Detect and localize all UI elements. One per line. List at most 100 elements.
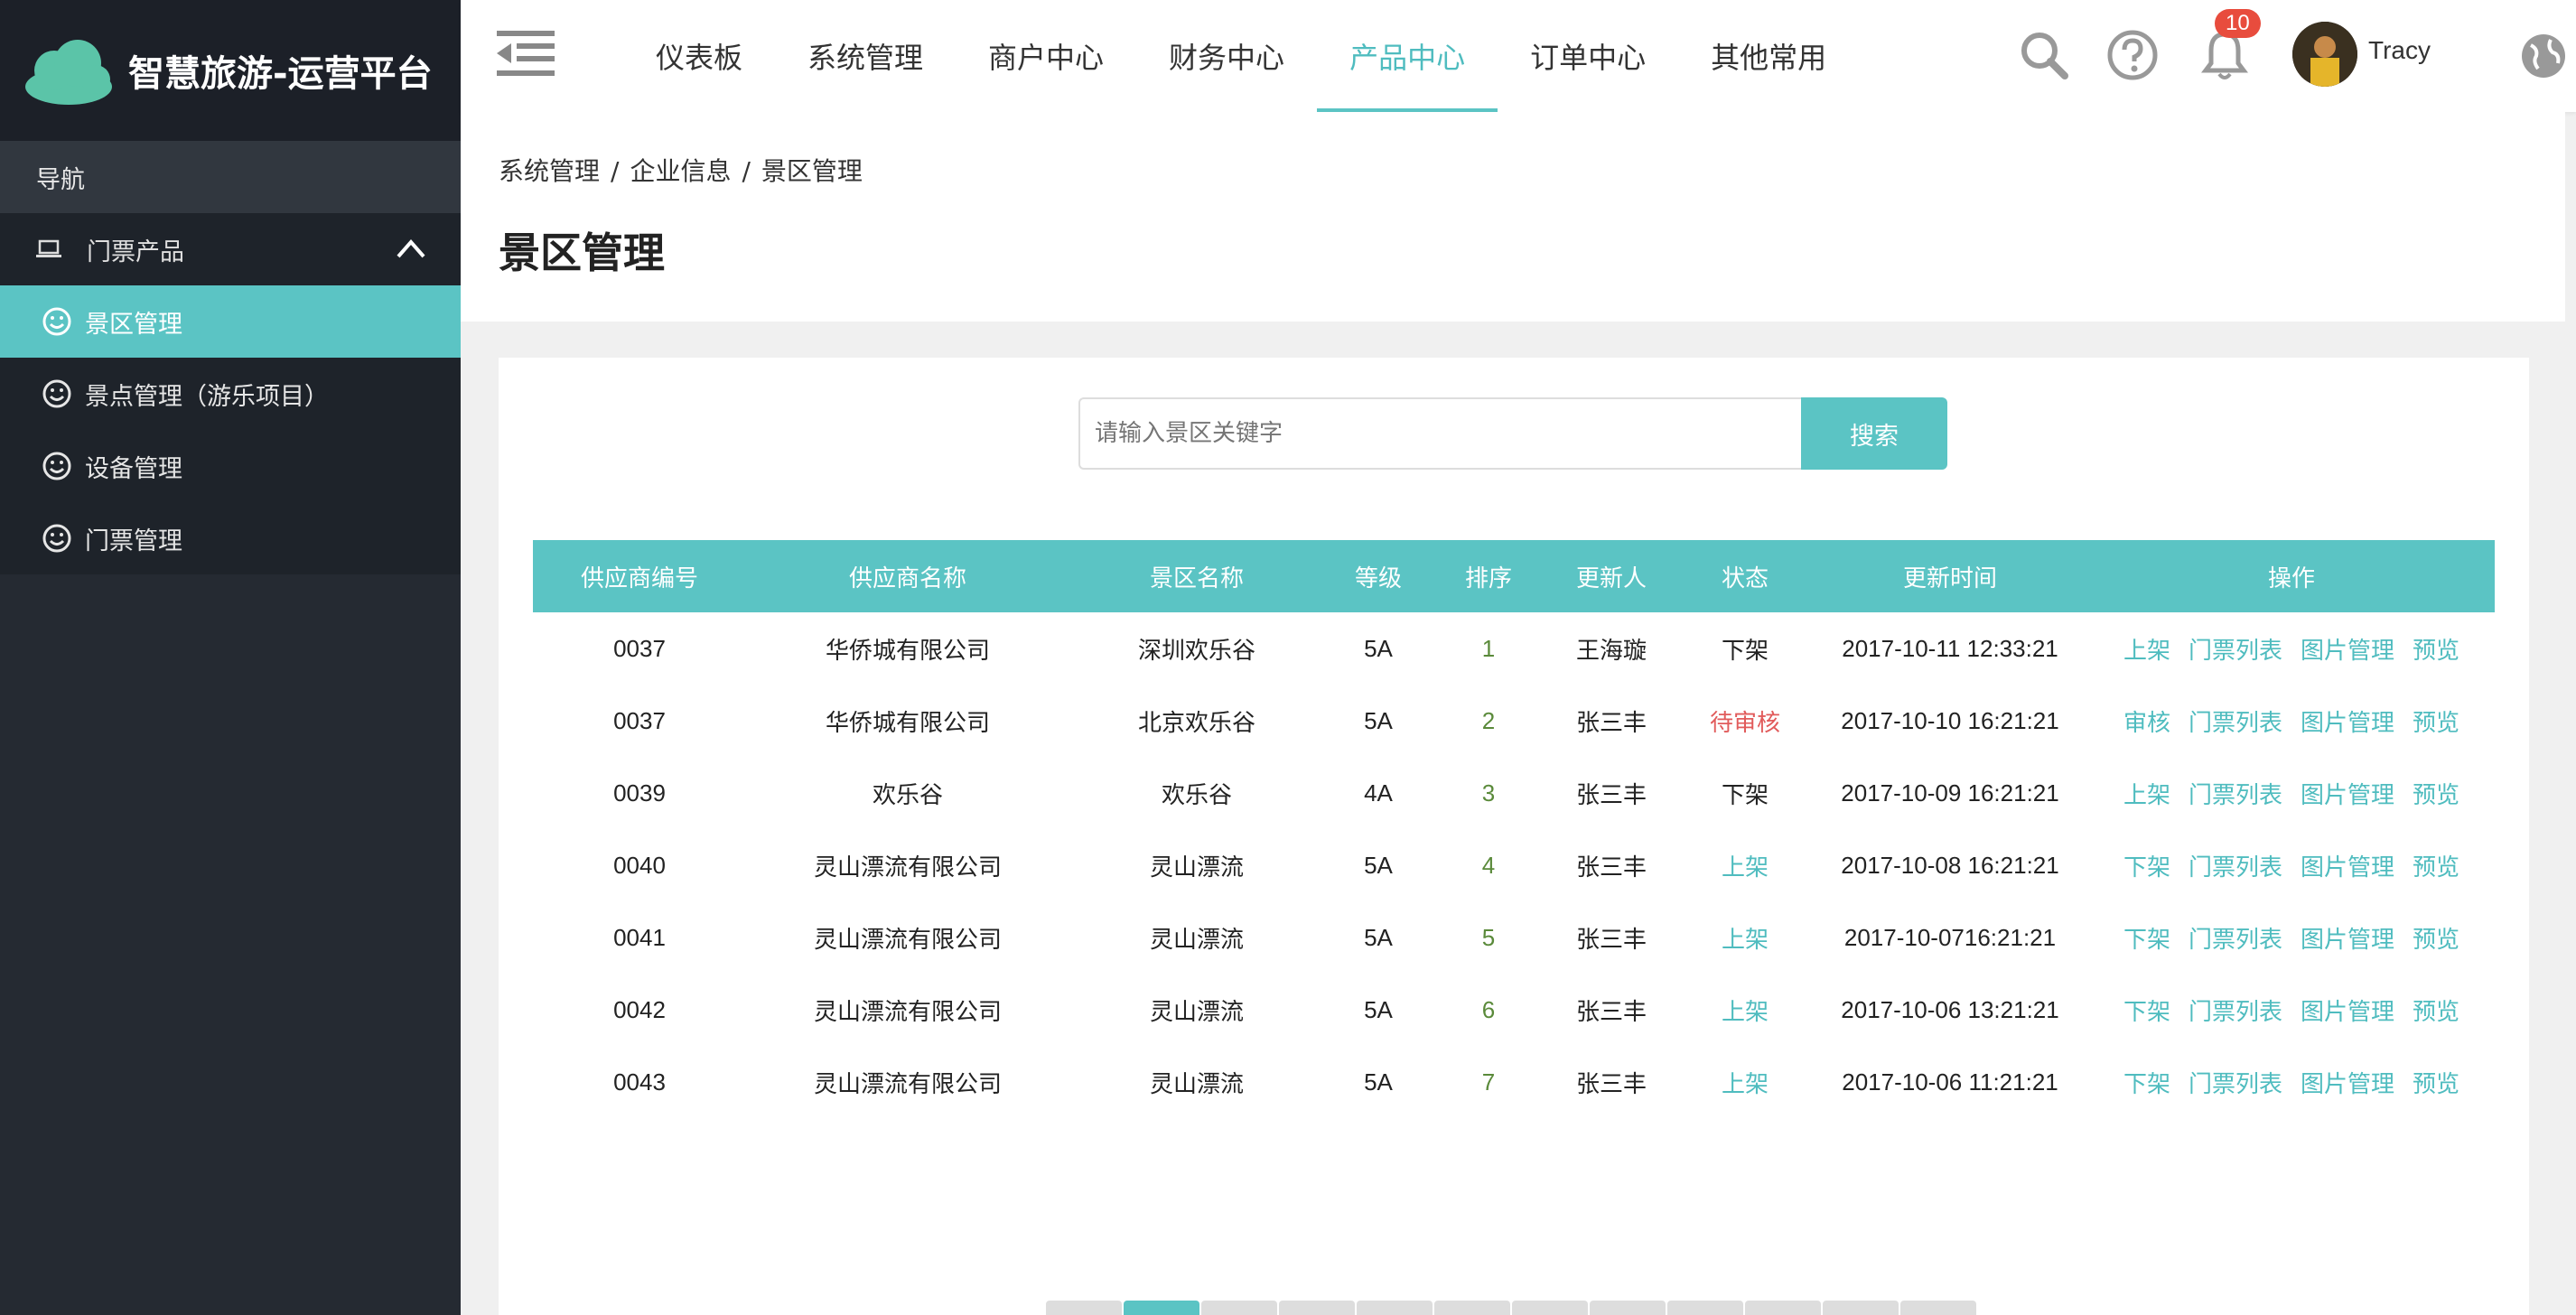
table-row: 0041 灵山漂流有限公司 灵山漂流 5A 5 张三丰 上架 2017-10-0716:21:… (533, 901, 2495, 974)
cell-supplier: 灵山漂流有限公司 (813, 997, 1002, 1025)
sidebar-item-label: 设备管理 (85, 454, 182, 483)
cell-level: 5A (1364, 634, 1393, 662)
breadcrumb-item[interactable]: 系统管理 (499, 156, 600, 186)
cell-scenic: 灵山漂流 (1149, 997, 1244, 1025)
tab-1[interactable]: 系统管理 (775, 0, 956, 112)
cell-scenic: 灵山漂流 (1149, 1069, 1244, 1097)
action-link[interactable]: 门票列表 (2189, 1070, 2282, 1097)
cell-scenic: 欢乐谷 (1161, 780, 1232, 808)
page-button[interactable] (1434, 1301, 1510, 1315)
page-button[interactable] (1900, 1301, 1976, 1315)
cell-status: 上架 (1721, 853, 1769, 881)
page-button[interactable] (1046, 1301, 1122, 1315)
search-button[interactable]: 搜索 (1801, 397, 1947, 470)
cell-updater: 张三丰 (1575, 708, 1647, 736)
action-link[interactable]: 上架 (2123, 637, 2170, 664)
page-button-active[interactable] (1124, 1301, 1199, 1315)
cell-status: 上架 (1721, 1069, 1769, 1097)
action-link[interactable]: 下架 (2123, 998, 2170, 1025)
action-link[interactable]: 下架 (2123, 1070, 2170, 1097)
action-link[interactable]: 图片管理 (2301, 709, 2394, 736)
tab-3[interactable]: 财务中心 (1136, 0, 1317, 112)
brand[interactable]: 智慧旅游-运营平台 (0, 0, 461, 141)
column-header: 供应商名称 (848, 564, 966, 592)
sidebar-item-label: 门票管理 (85, 527, 182, 555)
action-link[interactable]: 下架 (2123, 853, 2170, 881)
page-button[interactable] (1667, 1301, 1743, 1315)
action-link[interactable]: 门票列表 (2189, 709, 2282, 736)
cell-status: 待审核 (1709, 708, 1780, 736)
sidebar-item-2[interactable]: 设备管理 (0, 430, 461, 502)
page-button[interactable] (1279, 1301, 1355, 1315)
page-button[interactable] (1512, 1301, 1588, 1315)
smile-icon (42, 524, 71, 553)
column-header: 操作 (2267, 564, 2315, 592)
breadcrumb-item[interactable]: 企业信息 (630, 156, 731, 186)
cell-updater: 张三丰 (1575, 780, 1647, 808)
tab-0[interactable]: 仪表板 (623, 0, 775, 112)
action-link[interactable]: 上架 (2123, 781, 2170, 808)
action-link[interactable]: 图片管理 (2301, 1070, 2394, 1097)
chevron-up-icon[interactable] (396, 237, 426, 260)
search-input[interactable] (1078, 397, 1803, 470)
breadcrumb-separator: / (611, 156, 620, 186)
cell-actions: 下架 门票列表 图片管理 预览 (2088, 1046, 2495, 1118)
page-header: 系统管理 / 企业信息 / 景区管理 景区管理 (461, 112, 2565, 322)
page-button[interactable] (1201, 1301, 1277, 1315)
action-link[interactable]: 门票列表 (2189, 637, 2282, 664)
action-link[interactable]: 图片管理 (2301, 998, 2394, 1025)
cell-supplier: 灵山漂流有限公司 (813, 853, 1002, 881)
globe-icon[interactable] (2520, 33, 2567, 79)
action-link[interactable]: 预览 (2413, 709, 2459, 736)
top-nav: 仪表板 系统管理 商户中心 财务中心 产品中心 订单中心 其他常用 (623, 0, 1859, 112)
action-link[interactable]: 预览 (2413, 926, 2459, 953)
action-link[interactable]: 门票列表 (2189, 998, 2282, 1025)
action-link[interactable]: 预览 (2413, 781, 2459, 808)
action-link[interactable]: 预览 (2413, 998, 2459, 1025)
action-link[interactable]: 图片管理 (2301, 853, 2394, 881)
nav-group-ticket-products[interactable]: 门票产品 (0, 213, 461, 285)
tab-5[interactable]: 订单中心 (1498, 0, 1678, 112)
sidebar-item-0[interactable]: 景区管理 (0, 285, 461, 358)
cell-level: 5A (1364, 923, 1393, 951)
scenic-table: 供应商编号 供应商名称 景区名称 等级 排序 更新人 状态 更新时间 操作 0037 华侨城有限公… (533, 540, 2495, 1118)
table-row: 0037 华侨城有限公司 北京欢乐谷 5A 2 张三丰 待审核 2017-10-10 16:2… (533, 685, 2495, 757)
avatar[interactable] (2292, 22, 2357, 87)
help-icon[interactable] (2106, 29, 2159, 81)
page-button[interactable] (1590, 1301, 1666, 1315)
action-link[interactable]: 图片管理 (2301, 781, 2394, 808)
action-link[interactable]: 预览 (2413, 853, 2459, 881)
cell-status: 下架 (1721, 780, 1769, 808)
action-link[interactable]: 门票列表 (2189, 926, 2282, 953)
action-link[interactable]: 图片管理 (2301, 926, 2394, 953)
action-link[interactable]: 门票列表 (2189, 781, 2282, 808)
page-button[interactable] (1745, 1301, 1821, 1315)
action-link[interactable]: 门票列表 (2189, 853, 2282, 881)
cell-scenic: 北京欢乐谷 (1137, 708, 1255, 736)
tab-6[interactable]: 其他常用 (1678, 0, 1859, 112)
cell-time: 2017-10-06 13:21:21 (1841, 995, 2059, 1023)
action-link[interactable]: 图片管理 (2301, 637, 2394, 664)
username[interactable]: Tracy (2368, 36, 2431, 65)
cell-time: 2017-10-11 12:33:21 (1842, 634, 2058, 662)
table-body: 0037 华侨城有限公司 深圳欢乐谷 5A 1 王海璇 下架 2017-10-11 12:33… (533, 612, 2495, 1118)
sidebar-item-3[interactable]: 门票管理 (0, 502, 461, 574)
avatar-image (2292, 22, 2357, 87)
action-link[interactable]: 预览 (2413, 637, 2459, 664)
tab-2[interactable]: 商户中心 (956, 0, 1136, 112)
sidebar-item-1[interactable]: 景点管理（游乐项目） (0, 358, 461, 430)
cell-actions: 审核 门票列表 图片管理 预览 (2088, 685, 2495, 757)
action-link[interactable]: 预览 (2413, 1070, 2459, 1097)
page-button[interactable] (1823, 1301, 1899, 1315)
action-link[interactable]: 下架 (2123, 926, 2170, 953)
page-button[interactable] (1357, 1301, 1433, 1315)
cell-id: 0043 (613, 1068, 666, 1096)
breadcrumb-item[interactable]: 景区管理 (761, 156, 863, 186)
action-link[interactable]: 审核 (2123, 709, 2170, 736)
tab-4[interactable]: 产品中心 (1317, 0, 1498, 112)
cell-level: 4A (1364, 779, 1393, 807)
breadcrumb-separator: / (742, 156, 751, 186)
search-icon[interactable] (2018, 29, 2070, 81)
table-row: 0039 欢乐谷 欢乐谷 4A 3 张三丰 下架 2017-10-09 16:21:21 上架门… (533, 757, 2495, 829)
menu-toggle-icon[interactable] (497, 31, 555, 78)
